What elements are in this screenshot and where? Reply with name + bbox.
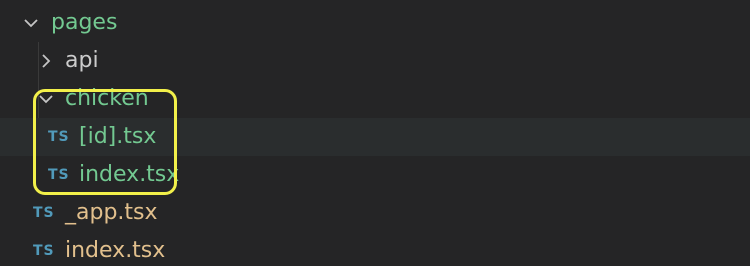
chevron-down-icon (37, 90, 55, 108)
tree-item-api-folder[interactable]: api (0, 42, 750, 80)
file-label-id: [id].tsx (79, 124, 157, 149)
typescript-file-icon: TS (48, 167, 70, 183)
tree-item-app-file[interactable]: TS _app.tsx (0, 194, 750, 232)
tree-item-chicken-folder[interactable]: chicken (0, 80, 750, 118)
chevron-down-icon (22, 14, 40, 32)
file-label-chicken-index: index.tsx (79, 162, 180, 187)
typescript-file-icon: TS (33, 205, 55, 221)
file-explorer-tree: pages api chicken TS [id].tsx TS index.t… (0, 0, 750, 266)
typescript-file-icon: TS (33, 243, 55, 259)
tree-item-id-file[interactable]: TS [id].tsx (0, 118, 750, 156)
folder-label-pages: pages (51, 10, 118, 35)
chevron-right-icon (37, 52, 55, 70)
typescript-file-icon: TS (48, 129, 70, 145)
tree-item-pages-index-file[interactable]: TS index.tsx (0, 232, 750, 266)
file-label-app: _app.tsx (65, 200, 158, 225)
tree-item-chicken-index-file[interactable]: TS index.tsx (0, 156, 750, 194)
tree-item-pages-folder[interactable]: pages (0, 4, 750, 42)
file-label-pages-index: index.tsx (65, 238, 166, 263)
folder-label-api: api (65, 48, 99, 73)
folder-label-chicken: chicken (65, 86, 149, 111)
